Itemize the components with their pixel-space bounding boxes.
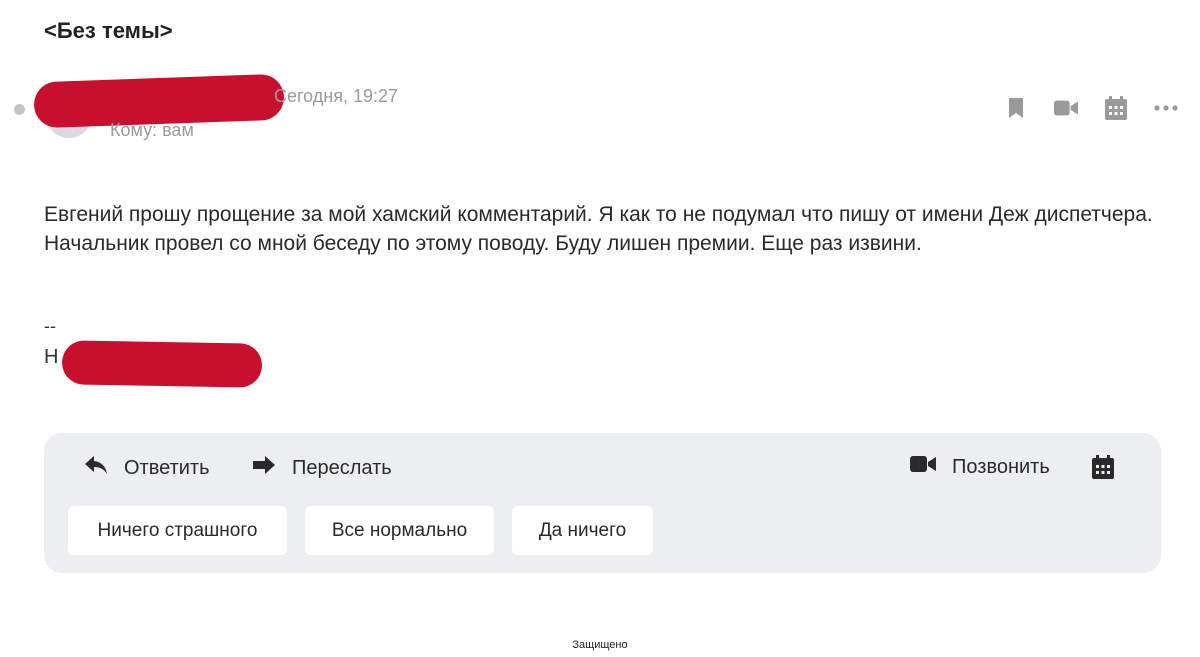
unread-indicator[interactable]	[14, 104, 25, 115]
reply-panel: Ответить Переслать Позвонить Ничего стра…	[44, 433, 1161, 573]
video-icon[interactable]	[1054, 96, 1078, 120]
signature-separator: --	[44, 316, 56, 336]
quick-reply-button[interactable]: Все нормально	[305, 506, 494, 555]
forward-button[interactable]: Переслать	[252, 455, 392, 481]
reply-icon	[84, 455, 108, 481]
message-date: Сегодня, 19:27	[274, 86, 399, 106]
secure-footer: Защищено	[572, 639, 628, 651]
more-icon[interactable]	[1154, 96, 1178, 120]
forward-label: Переслать	[292, 456, 392, 479]
schedule-calendar-icon[interactable]	[1092, 455, 1114, 484]
video-call-icon	[910, 455, 936, 479]
bookmark-icon[interactable]	[1004, 96, 1028, 120]
quick-reply-button[interactable]: Ничего страшного	[68, 506, 287, 555]
forward-icon	[252, 455, 276, 481]
message-recipient: Кому: вам	[110, 120, 194, 140]
call-button[interactable]: Позвонить	[910, 455, 1050, 479]
call-label: Позвонить	[952, 455, 1050, 478]
reply-label: Ответить	[124, 456, 210, 479]
quick-reply-button[interactable]: Да ничего	[512, 506, 653, 555]
message-body: Евгений прошу прощение за мой хамский ко…	[44, 203, 1153, 255]
signature-name: Н	[44, 346, 59, 368]
calendar-icon[interactable]	[1104, 96, 1128, 120]
message-subject: <Без темы>	[44, 18, 173, 43]
signature-redaction	[61, 340, 263, 388]
reply-button[interactable]: Ответить	[84, 455, 210, 481]
message-toolbar	[1004, 96, 1178, 120]
